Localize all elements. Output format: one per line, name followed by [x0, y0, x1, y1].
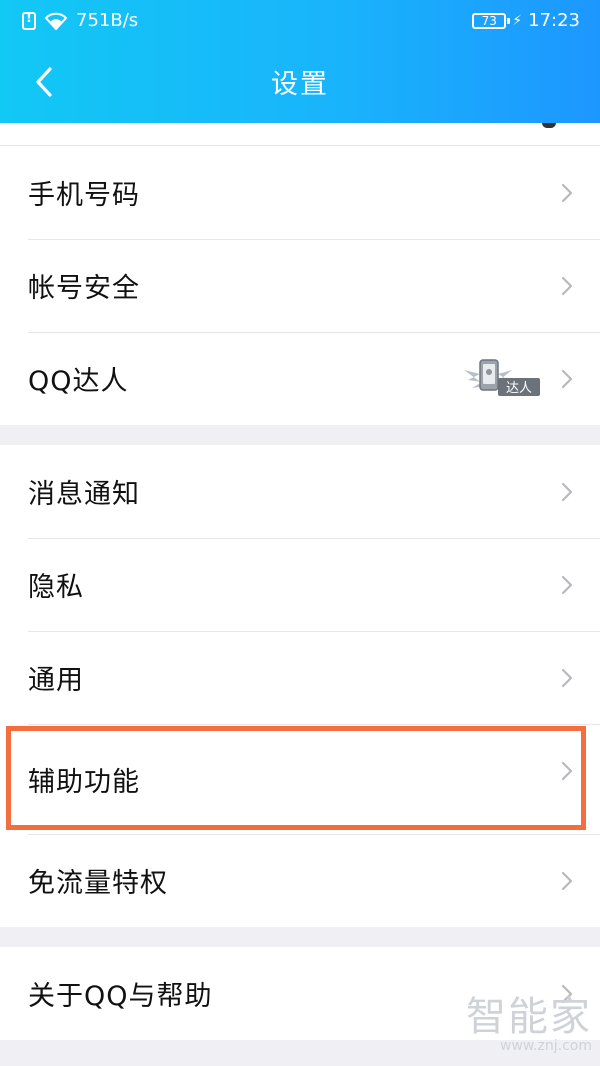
section-divider [0, 425, 600, 445]
list-item-cutoff [0, 123, 600, 145]
settings-item-label: 通用 [28, 665, 84, 696]
settings-group-account: 手机号码 帐号安全 QQ达人 达人 [0, 123, 600, 425]
settings-item-label: 关于QQ与帮助 [28, 981, 213, 1012]
chevron-right-icon [561, 276, 573, 295]
status-bar: 751B/s 73 ⚡ 17:23 [0, 0, 600, 42]
settings-item-label: QQ达人 [28, 366, 129, 397]
settings-list: 手机号码 帐号安全 QQ达人 达人 消息通知 隐私 通用 辅助功能 免流量特权 … [0, 123, 600, 1040]
network-speed: 751B/s [76, 10, 139, 31]
top-bar: 751B/s 73 ⚡ 17:23 设置 [0, 0, 600, 123]
settings-item-privacy[interactable]: 隐私 [0, 538, 600, 631]
chevron-right-icon [561, 761, 573, 781]
wifi-icon [44, 12, 68, 30]
settings-item-account-security[interactable]: 帐号安全 [0, 239, 600, 332]
battery-icon: 73 [472, 12, 511, 29]
settings-item-qq-expert[interactable]: QQ达人 达人 [0, 332, 600, 425]
settings-item-label: 辅助功能 [28, 766, 140, 798]
battery-level: 73 [481, 13, 497, 28]
chevron-right-icon [561, 482, 573, 501]
chevron-right-icon [561, 668, 573, 687]
settings-item-notifications[interactable]: 消息通知 [0, 445, 600, 538]
settings-item-label: 消息通知 [28, 479, 140, 510]
settings-item-general[interactable]: 通用 [0, 631, 600, 724]
settings-item-free-data[interactable]: 免流量特权 [0, 834, 600, 927]
settings-item-label: 免流量特权 [28, 868, 168, 899]
settings-item-phone[interactable]: 手机号码 [0, 145, 600, 239]
watermark-text: 智能家 [466, 994, 592, 1040]
settings-item-label: 隐私 [28, 572, 84, 603]
chevron-right-icon [561, 183, 573, 202]
expert-badge-label: 达人 [506, 381, 532, 396]
avatar-peek [542, 123, 556, 128]
page-title: 设置 [271, 69, 329, 100]
expert-badge-icon: 达人 [464, 359, 540, 396]
settings-item-label: 帐号安全 [28, 273, 140, 304]
settings-item-accessibility[interactable]: 辅助功能 [0, 724, 600, 834]
sim-alert-icon [22, 11, 36, 30]
watermark: 智能家 www.znj.com [466, 984, 592, 1054]
chevron-right-icon [561, 871, 573, 890]
clock: 17:23 [528, 10, 580, 31]
charging-icon: ⚡ [512, 12, 523, 29]
settings-group-general: 消息通知 隐私 通用 辅助功能 免流量特权 [0, 445, 600, 927]
chevron-right-icon [561, 369, 573, 388]
chevron-right-icon [561, 575, 573, 594]
title-bar: 设置 [0, 42, 600, 123]
settings-item-label: 手机号码 [28, 180, 140, 211]
section-divider [0, 927, 600, 947]
